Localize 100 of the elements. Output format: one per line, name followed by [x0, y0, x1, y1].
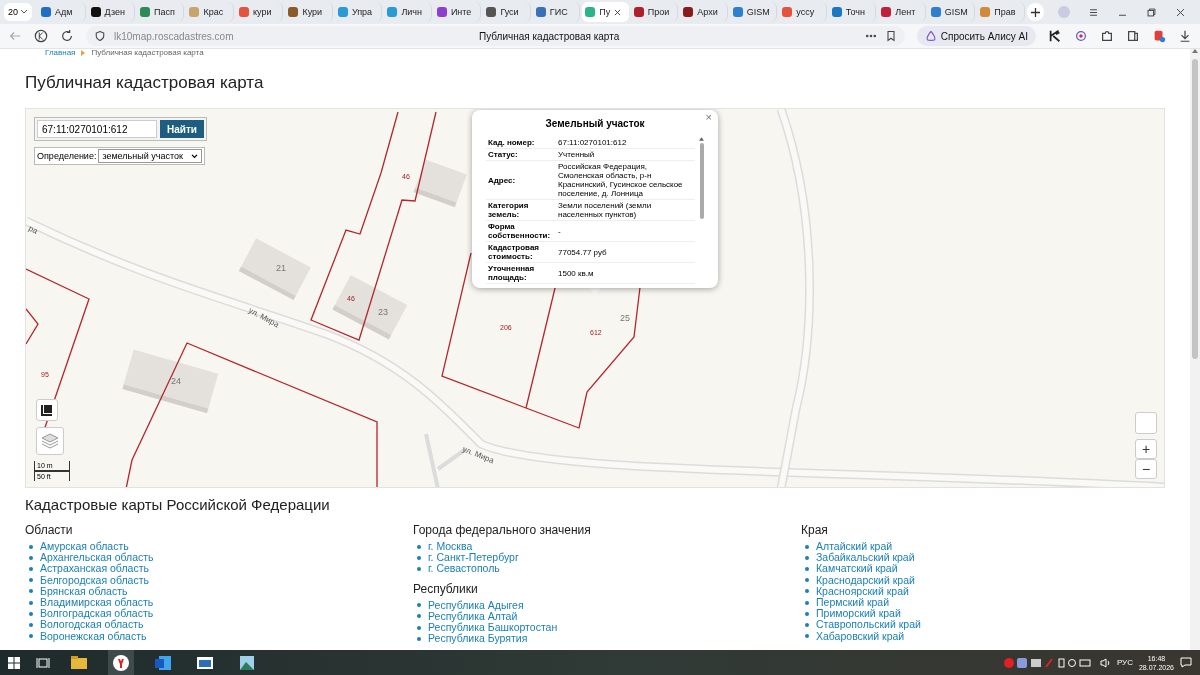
collections-icon[interactable]	[1126, 29, 1140, 43]
browser-tab[interactable]: Прав	[977, 2, 1025, 22]
workspace-switcher[interactable]: 20	[4, 3, 32, 21]
attribute-value: 67:11:0270101:612	[556, 137, 695, 149]
bullet-icon	[29, 589, 33, 594]
reload-icon[interactable]	[60, 29, 74, 43]
browser-taskbar-icon[interactable]	[108, 650, 134, 675]
browser-tab[interactable]: Прои	[630, 2, 679, 22]
definition-label: Определение:	[37, 151, 97, 161]
browser-tab[interactable]: Личн	[384, 2, 432, 22]
shield-icon[interactable]	[94, 30, 106, 42]
region-link[interactable]: Амурская область	[40, 541, 129, 553]
breadcrumb-link[interactable]: Главная	[45, 49, 76, 57]
bullet-icon	[805, 634, 809, 639]
browser-tab[interactable]: GISM	[927, 2, 976, 22]
region-link[interactable]: Приморский край	[816, 608, 901, 620]
zoom-out-button[interactable]: −	[1135, 459, 1157, 479]
chevron-icon	[20, 9, 28, 15]
tray-apps-icon[interactable]	[1003, 657, 1094, 668]
region-link[interactable]: Республика Башкортостан	[428, 622, 558, 634]
bullet-icon	[417, 603, 421, 608]
region-link[interactable]: Забайкальский край	[816, 552, 915, 564]
notification-badge-icon[interactable]	[1152, 29, 1166, 43]
region-link[interactable]: Ставропольский край	[816, 619, 921, 631]
browser-tab[interactable]: Гуси	[483, 2, 531, 22]
bullet-icon	[29, 555, 33, 560]
browser-tab[interactable]: Кури	[285, 2, 333, 22]
browser-tab[interactable]: Дзен	[87, 2, 135, 22]
region-link[interactable]: Астраханская область	[40, 563, 149, 575]
start-icon[interactable]	[8, 656, 20, 669]
region-link[interactable]: Архангельская область	[40, 552, 154, 564]
attribute-value: 77054.77 руб	[556, 241, 695, 263]
region-link[interactable]: г. Москва	[428, 541, 473, 553]
download-icon[interactable]	[1178, 29, 1192, 43]
region-link[interactable]: Вологодская область	[40, 619, 144, 631]
attribute-label: Адрес:	[486, 160, 556, 200]
browser-tab[interactable]: Упра	[334, 2, 383, 22]
bookmark-icon[interactable]	[884, 30, 897, 42]
region-link[interactable]: Красноярский край	[816, 585, 909, 597]
bullet-icon	[805, 589, 809, 594]
region-link[interactable]: Белгородская область	[40, 574, 149, 586]
browser-tab[interactable]: уссу	[779, 2, 827, 22]
browser-tab[interactable]: ГИС	[532, 2, 581, 22]
bullet-icon	[417, 567, 421, 571]
bullet-icon	[29, 623, 33, 627]
find-button[interactable]: Найти	[160, 120, 204, 138]
region-link[interactable]: Республика Адыгея	[428, 599, 524, 611]
cadastral-number-field[interactable]: 67:11:0270101:612	[37, 120, 157, 138]
region-link[interactable]: г. Санкт-Петербург	[428, 552, 519, 564]
browser-tab[interactable]: Адм	[38, 2, 86, 22]
browser-tab[interactable]: Точн	[828, 2, 877, 22]
browser-tab[interactable]: Пу	[582, 2, 629, 22]
fullscreen-button[interactable]	[36, 399, 58, 421]
page-scrollbar[interactable]	[1190, 49, 1200, 650]
assistant-button[interactable]: Спросить Алису AI	[916, 26, 1036, 46]
new-tab-button[interactable]	[1026, 3, 1045, 21]
zoom-in-button[interactable]: +	[1135, 439, 1157, 459]
browser-tab[interactable]: Лент	[878, 2, 926, 22]
language-indicator[interactable]: РУС	[1116, 658, 1133, 667]
browser-tab[interactable]: Инте	[433, 2, 482, 22]
assistant-icon	[924, 30, 937, 42]
browser-tab[interactable]: GISM	[729, 2, 778, 22]
region-link[interactable]: Алтайский край	[816, 541, 893, 553]
region-link[interactable]: Хабаровский край	[816, 630, 905, 642]
volume-icon[interactable]	[1099, 657, 1111, 668]
bullet-icon	[29, 611, 33, 616]
extension-logo-icon[interactable]	[1048, 29, 1062, 43]
region-link[interactable]: Воронежская область	[40, 630, 147, 642]
close-icon[interactable]	[614, 8, 622, 16]
region-link[interactable]: г. Севастополь	[428, 563, 500, 575]
close-icon[interactable]	[1175, 6, 1187, 18]
browser-tab[interactable]: Крас	[186, 2, 234, 22]
region-link[interactable]: Камчатский край	[816, 563, 898, 575]
record-icon[interactable]	[1074, 29, 1088, 43]
region-link[interactable]: Волгоградская область	[40, 608, 154, 620]
attribute-label: Статус:	[486, 148, 556, 161]
definition-select[interactable]: земельный участок	[98, 149, 202, 163]
restore-icon[interactable]	[1146, 6, 1158, 18]
bullet-icon	[417, 614, 421, 619]
notifications-icon[interactable]	[1180, 657, 1192, 668]
bullet-icon	[805, 567, 809, 571]
region-link[interactable]: Пермский край	[816, 597, 890, 609]
browser-tab[interactable]: Пасп	[137, 2, 185, 22]
browser-tab[interactable]: кури	[235, 2, 284, 22]
region-link[interactable]: Республика Алтай	[428, 610, 518, 622]
bullet-icon	[29, 634, 33, 639]
region-link[interactable]: Владимирская область	[40, 597, 154, 609]
region-link[interactable]: Краснодарский край	[816, 574, 915, 586]
task-view-icon[interactable]	[36, 656, 50, 669]
group-heading: Города федерального значения	[413, 523, 592, 537]
region-link[interactable]: Республика Бурятия	[428, 633, 528, 645]
region-link[interactable]: Брянская область	[40, 585, 128, 597]
bullet-icon	[417, 625, 421, 630]
popup-close-button[interactable]: ×	[705, 111, 712, 123]
bullet-icon	[417, 544, 421, 549]
browser-logo-icon[interactable]	[34, 29, 48, 43]
bullet-icon	[29, 567, 33, 571]
browser-tab[interactable]: Архи	[680, 2, 728, 22]
menu-icon[interactable]	[1088, 6, 1100, 18]
attribute-value: Учтенный	[556, 148, 695, 161]
